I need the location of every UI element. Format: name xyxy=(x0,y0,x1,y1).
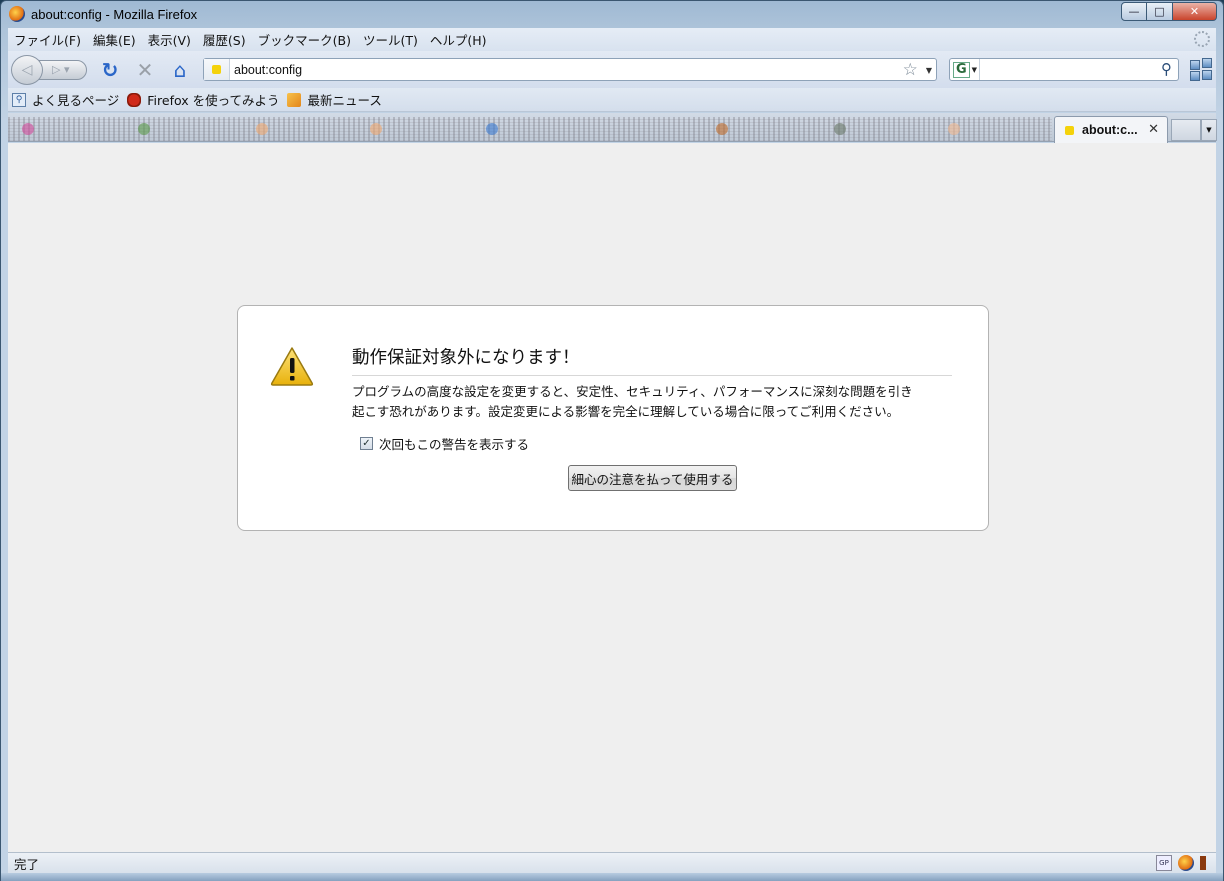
gp-addon-icon[interactable]: GP xyxy=(1156,855,1172,871)
menu-edit[interactable]: 編集(E) xyxy=(93,30,136,49)
menu-file[interactable]: ファイル(F) xyxy=(14,30,81,49)
status-bar-icons: GP xyxy=(1156,855,1206,871)
url-bar-actions: ☆ ▼ xyxy=(903,60,932,80)
extension-icon[interactable] xyxy=(1190,57,1214,82)
show-warning-checkbox-label[interactable]: 次回もこの警告を表示する xyxy=(379,434,529,453)
new-tab-button[interactable] xyxy=(1171,119,1201,141)
search-icon[interactable]: ⚲ xyxy=(1161,60,1172,78)
menu-view[interactable]: 表示(V) xyxy=(148,30,191,49)
menu-tools[interactable]: ツール(T) xyxy=(363,30,418,49)
menu-help[interactable]: ヘルプ(H) xyxy=(430,30,487,49)
warning-dialog: 動作保証対象外になります！ プログラムの高度な設定を変更すると、安定性、セキュリ… xyxy=(237,305,989,531)
tab-favicon-blurred xyxy=(834,123,846,135)
bookmark-getting-started[interactable]: Firefox を使ってみよう xyxy=(127,90,279,109)
show-warning-checkbox[interactable]: ✓ xyxy=(360,437,373,450)
tab-label: about:c... xyxy=(1082,123,1138,137)
title-bar[interactable]: about:config - Mozilla Firefox — □ ✕ xyxy=(1,1,1223,27)
firefox-bookmark-icon xyxy=(127,92,142,107)
browser-window: about:config - Mozilla Firefox — □ ✕ ファイ… xyxy=(0,0,1224,881)
show-warning-checkbox-row[interactable]: ✓ 次回もこの警告を表示する xyxy=(360,434,529,453)
warning-triangle-icon xyxy=(270,347,314,386)
menu-bookmarks[interactable]: ブックマーク(B) xyxy=(258,30,351,49)
blurred-background-tabs[interactable] xyxy=(8,117,1052,141)
search-bar[interactable]: G ▼ ⚲ xyxy=(949,58,1179,81)
bookmark-star-icon[interactable]: ☆ xyxy=(903,60,918,80)
back-forward-group: ▷ ▾ ◁ xyxy=(11,54,89,85)
back-button[interactable]: ◁ xyxy=(11,54,43,85)
status-text: 完了 xyxy=(14,856,40,872)
warning-message: プログラムの高度な設定を変更すると、安定性、セキュリティ、パフォーマンスに深刻な… xyxy=(352,382,952,422)
proceed-button[interactable]: 細心の注意を払って使用する xyxy=(568,465,737,491)
chevron-down-icon: ▼ xyxy=(971,65,978,74)
close-tab-icon[interactable]: ✕ xyxy=(1148,122,1159,137)
url-history-dropdown-icon[interactable]: ▼ xyxy=(926,66,932,75)
bookmarks-toolbar: ⚲ よく見るページ Firefox を使ってみよう 最新ニュース xyxy=(8,88,1216,112)
tab-list-dropdown-button[interactable]: ▼ xyxy=(1201,119,1217,141)
addon-bar-icon[interactable] xyxy=(1200,856,1206,870)
status-bar: 完了 GP xyxy=(8,852,1216,873)
warning-message-line: プログラムの高度な設定を変更すると、安定性、セキュリティ、パフォーマンスに深刻な… xyxy=(352,384,913,399)
search-engine-selector[interactable]: G ▼ xyxy=(950,59,980,80)
reload-icon[interactable]: ↻ xyxy=(96,56,124,84)
tab-favicon-blurred xyxy=(138,123,150,135)
maximize-button[interactable]: □ xyxy=(1147,2,1173,21)
bookmark-latest-news[interactable]: 最新ニュース xyxy=(287,90,382,109)
tab-strip: about:c... ✕ ▼ xyxy=(8,113,1217,143)
rss-feed-icon xyxy=(287,92,302,107)
forward-arrow-icon: ▷ ▾ xyxy=(52,63,70,76)
tab-favicon-blurred xyxy=(486,123,498,135)
navigation-toolbar: ▷ ▾ ◁ ↻ ✕ ⌂ about:config ☆ ▼ G ▼ ⚲ xyxy=(8,51,1216,88)
firefox-status-icon[interactable] xyxy=(1178,855,1194,871)
tab-favicon-blurred xyxy=(948,123,960,135)
bookmark-label: 最新ニュース xyxy=(307,93,382,108)
page-content: 動作保証対象外になります！ プログラムの高度な設定を変更すると、安定性、セキュリ… xyxy=(8,143,1216,852)
window-title: about:config - Mozilla Firefox xyxy=(31,6,198,22)
firefox-logo-icon xyxy=(9,6,25,22)
menu-bar: ファイル(F) 編集(E) 表示(V) 履歴(S) ブックマーク(B) ツール(… xyxy=(8,28,1216,51)
tab-favicon-icon xyxy=(1065,125,1074,135)
warning-title: 動作保証対象外になります！ xyxy=(352,344,952,376)
tab-favicon-blurred xyxy=(22,123,34,135)
google-icon: G xyxy=(953,61,970,78)
menu-history[interactable]: 履歴(S) xyxy=(203,30,246,49)
site-identity-icon[interactable] xyxy=(204,59,230,80)
bookmark-most-visited[interactable]: ⚲ よく見るページ xyxy=(12,90,119,109)
tab-favicon-blurred xyxy=(716,123,728,135)
minimize-button[interactable]: — xyxy=(1121,2,1147,21)
stop-icon[interactable]: ✕ xyxy=(131,56,159,84)
window-controls: — □ ✕ xyxy=(1121,2,1217,21)
forward-button[interactable]: ▷ ▾ xyxy=(39,59,87,80)
warning-message-line: 起こす恐れがあります。設定変更による影響を完全に理解している場合に限ってご利用く… xyxy=(352,404,900,419)
window-bottom-border xyxy=(1,873,1223,881)
back-arrow-icon: ◁ xyxy=(21,61,33,78)
tab-favicon-blurred xyxy=(256,123,268,135)
tab-favicon-blurred xyxy=(370,123,382,135)
url-bar[interactable]: about:config ☆ ▼ xyxy=(203,58,937,81)
bookmark-label: Firefox を使ってみよう xyxy=(147,93,280,108)
tab-about-config[interactable]: about:c... ✕ xyxy=(1054,116,1168,143)
close-button[interactable]: ✕ xyxy=(1173,2,1217,21)
bookmark-label: よく見るページ xyxy=(32,93,120,108)
throbber-icon xyxy=(1194,31,1210,47)
home-icon[interactable]: ⌂ xyxy=(166,56,194,84)
url-input[interactable]: about:config xyxy=(234,63,302,77)
search-page-icon: ⚲ xyxy=(12,92,26,107)
